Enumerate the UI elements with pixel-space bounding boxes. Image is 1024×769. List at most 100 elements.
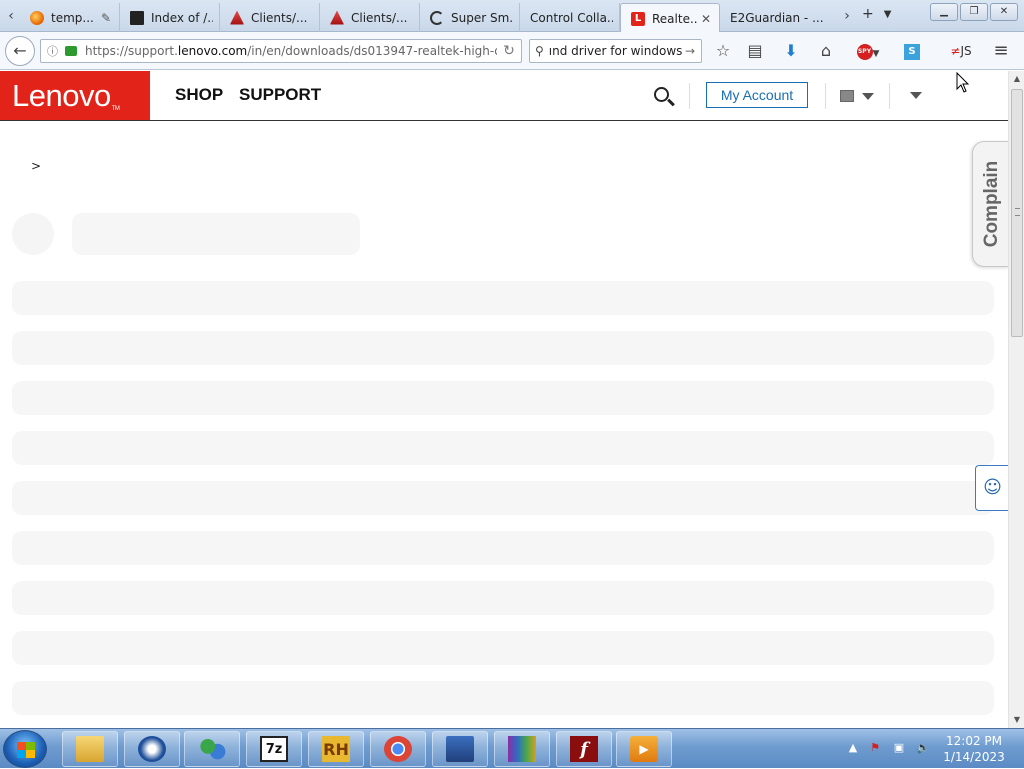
taskbar-app[interactable] [124, 731, 180, 767]
more-menu-chevron-down-icon[interactable] [910, 92, 922, 99]
tab-title: Clients/... [251, 10, 308, 25]
spy-extension-icon[interactable]: SPY▼ [852, 41, 884, 61]
close-tab-icon[interactable]: ✕ [701, 12, 713, 26]
pin-icon: ✎ [101, 10, 112, 25]
complain-tab[interactable]: Complain [972, 141, 1008, 267]
new-tab-icon[interactable]: + [862, 6, 874, 24]
taskbar-app[interactable] [184, 731, 240, 767]
taskbar-app[interactable]: f [556, 731, 612, 767]
logo-text: Lenovo [12, 78, 111, 113]
url-path: /in/en/downloads/ds013947-realtek-high-d [247, 44, 497, 58]
menu-icon[interactable]: ≡ [990, 41, 1012, 61]
nav-shop[interactable]: SHOP [175, 85, 223, 105]
browser-tab[interactable]: Index of /... [120, 3, 220, 32]
country-selector[interactable] [840, 88, 876, 104]
browser-tab[interactable]: temp... ✎ [20, 3, 120, 32]
home-icon[interactable]: ⌂ [815, 41, 837, 61]
lenovo-logo[interactable]: LenovoTM [0, 71, 150, 120]
my-account-button[interactable]: My Account [706, 82, 808, 108]
skype-extension-icon[interactable]: S [901, 41, 923, 61]
tab-list: temp... ✎ Index of /... Clients/... Clie… [20, 3, 838, 33]
url-text[interactable]: https://support.lenovo.com/in/en/downloa… [85, 44, 497, 58]
chevron-down-icon [862, 93, 874, 100]
site-search-icon[interactable] [652, 85, 676, 109]
tab-list-dropdown-icon[interactable]: ▼ [884, 6, 892, 24]
scroll-down-icon[interactable]: ▼ [1009, 712, 1024, 728]
info-icon[interactable]: ⓘ [47, 43, 61, 59]
back-button[interactable]: ← [5, 36, 35, 66]
window-controls: ▁ ❐ ✕ [930, 3, 1018, 21]
volume-muted-icon[interactable]: 🔈 [916, 741, 930, 755]
skeleton-row [12, 331, 994, 365]
lock-icon [65, 46, 77, 56]
restore-icon[interactable]: ❐ [960, 3, 988, 21]
browser-tab[interactable]: Super Sm... [420, 3, 520, 32]
browser-tab-strip: ‹ temp... ✎ Index of /... Clients/... Cl… [0, 0, 1024, 33]
taskbar-app[interactable]: ▶ [616, 731, 672, 767]
tab-title: Super Sm... [451, 10, 513, 25]
action-center-flag-icon[interactable]: ⚑ [868, 741, 882, 755]
network-icon[interactable]: ▣ [892, 741, 906, 755]
scroll-thumb[interactable] [1011, 89, 1023, 337]
system-clock[interactable]: 12:02 PM 1/14/2023 [932, 733, 1016, 765]
tab-title: Clients/... [351, 10, 408, 25]
tab-title: Control Colla... [530, 10, 613, 25]
folder-icon [130, 10, 144, 25]
reading-list-icon[interactable]: ▤ [744, 41, 766, 61]
skeleton-row [12, 581, 994, 615]
minimize-icon[interactable]: ▁ [930, 3, 958, 21]
winrar-icon [508, 736, 536, 762]
feedback-smiley-icon[interactable]: ☺ [975, 465, 1008, 511]
swirl-icon [430, 10, 444, 25]
taskbar-app[interactable] [432, 731, 488, 767]
reload-icon[interactable]: ↻ [497, 43, 521, 59]
url-domain: lenovo.com [177, 44, 248, 58]
browser-tab[interactable]: E2Guardian - ... [720, 3, 838, 32]
clock-date: 1/14/2023 [943, 750, 1005, 764]
search-bar[interactable]: ⚲ ınd driver for windows 7 → [529, 39, 702, 63]
taskbar-app[interactable]: RH [308, 731, 364, 767]
show-hidden-icons-icon[interactable]: ▲ [846, 741, 860, 755]
tab-scroll-left-icon[interactable]: ‹ [2, 6, 20, 26]
bookmark-star-icon[interactable]: ☆ [712, 41, 734, 61]
skeleton-title [72, 213, 360, 255]
tab-scroll-right-icon[interactable]: › [838, 6, 856, 26]
tab-title: temp... [51, 10, 94, 25]
lenovo-L-icon: L [631, 11, 645, 26]
taskbar-app[interactable] [494, 731, 550, 767]
start-button[interactable] [3, 730, 47, 768]
complain-label: Complain [980, 160, 1002, 248]
breadcrumb: > [31, 159, 42, 173]
windows-logo-icon [17, 742, 35, 758]
clock-time: 12:02 PM [946, 734, 1002, 748]
vertical-scrollbar[interactable]: ▲ ▼ [1008, 71, 1024, 728]
browser-navigation-bar: ← ⓘ https://support.lenovo.com/in/en/dow… [0, 32, 1024, 70]
downloads-icon[interactable]: ⬇ [780, 41, 802, 61]
browser-tab[interactable]: Control Colla... [520, 3, 620, 32]
taskbar-app[interactable] [62, 731, 118, 767]
site-header: LenovoTM SHOP SUPPORT My Account [0, 71, 1008, 121]
browser-tab-active[interactable]: L Realte... ✕ [620, 3, 720, 33]
taskbar-app[interactable] [370, 731, 426, 767]
address-bar[interactable]: ⓘ https://support.lenovo.com/in/en/downl… [40, 39, 522, 63]
browser-tab[interactable]: Clients/... [220, 3, 320, 32]
skeleton-row [12, 531, 994, 565]
flash-icon: f [570, 736, 598, 762]
media-player-icon: ▶ [630, 736, 658, 762]
nav-support[interactable]: SUPPORT [239, 85, 321, 105]
browser-tab[interactable]: Clients/... [320, 3, 420, 32]
close-window-icon[interactable]: ✕ [990, 3, 1018, 21]
flag-icon [840, 90, 854, 102]
7zip-icon: 7z [260, 736, 288, 762]
skeleton-row [12, 681, 994, 715]
taskbar-app[interactable]: 7z [246, 731, 302, 767]
windows-taskbar: 7z RH f ▶ ▲ ⚑ ▣ 🔈 12:02 PM 1/14/2023 [0, 728, 1024, 768]
robohelp-icon: RH [322, 736, 350, 762]
search-input[interactable]: ınd driver for windows 7 [549, 44, 685, 58]
web-page: LenovoTM SHOP SUPPORT My Account > Compl… [0, 71, 1008, 728]
remote-desktop-icon [446, 736, 474, 762]
scroll-up-icon[interactable]: ▲ [1009, 71, 1024, 87]
search-go-icon[interactable]: → [685, 44, 701, 58]
skeleton-row [12, 481, 994, 515]
js-toggle-icon[interactable]: ≠JS [950, 41, 972, 61]
